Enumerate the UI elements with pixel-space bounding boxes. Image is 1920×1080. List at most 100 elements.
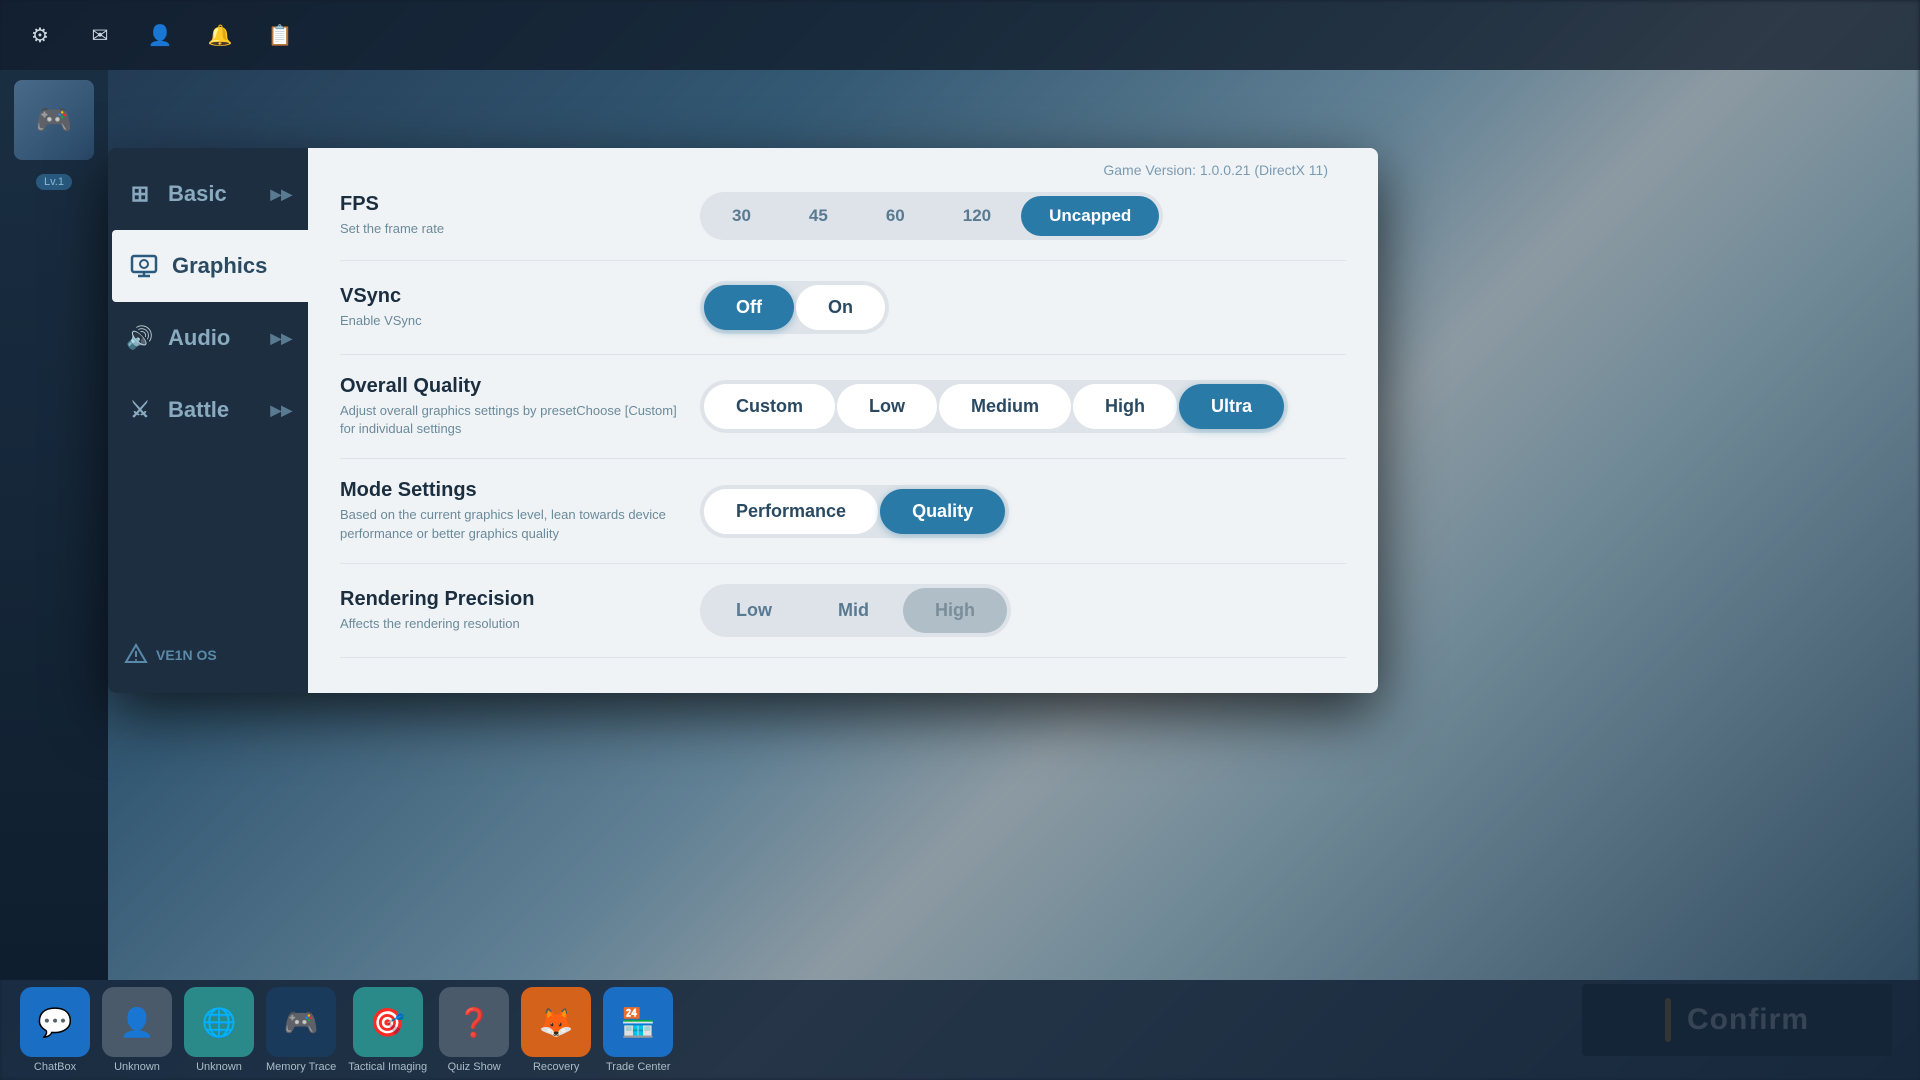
fps-controls: 30 45 60 120 Uncapped [700, 192, 1346, 240]
chatbox-icon: 💬 [20, 987, 90, 1057]
topbar-icon-clipboard[interactable]: 📋 [260, 15, 300, 55]
battle-arrow: ▶▶ [270, 402, 292, 419]
mode-desc: Based on the current graphics level, lea… [340, 506, 680, 542]
character-portrait: 🎮 [14, 80, 94, 160]
sidebar-item-graphics[interactable]: Graphics [112, 230, 308, 302]
rendering-toggle-group: Low Mid High [700, 584, 1011, 637]
memory-icon: 🎮 [266, 987, 336, 1057]
character-area: 🎮 Lv.1 [0, 70, 108, 980]
mode-quality-button[interactable]: Quality [880, 489, 1005, 534]
fps-60-button[interactable]: 60 [858, 196, 933, 236]
vsync-toggle-group: Off On [700, 281, 889, 334]
taskbar-label-tactical: Tactical Imaging [348, 1061, 427, 1073]
main-content: ✕ Game Version: 1.0.0.21 (DirectX 11) FP… [308, 148, 1378, 693]
fps-label: FPS [340, 193, 680, 216]
topbar-icon-notifications[interactable]: 🔔 [200, 15, 240, 55]
fps-120-button[interactable]: 120 [935, 196, 1019, 236]
mode-setting-row: Mode Settings Based on the current graph… [340, 459, 1346, 563]
mode-label: Mode Settings [340, 479, 680, 502]
vsync-off-button[interactable]: Off [704, 285, 794, 330]
rendering-setting-row: Rendering Precision Affects the renderin… [340, 564, 1346, 658]
quality-desc: Adjust overall graphics settings by pres… [340, 402, 680, 438]
logo-text: VE1N OS [156, 647, 217, 663]
taskbar-item-recovery[interactable]: 🦊 Recovery [521, 987, 591, 1073]
rendering-low-button[interactable]: Low [704, 588, 804, 633]
recovery-icon: 🦊 [521, 987, 591, 1057]
quality-ultra-button[interactable]: Ultra [1179, 384, 1284, 429]
sidebar-logo: VE1N OS [108, 627, 308, 683]
quality-controls: Custom Low Medium High Ultra [700, 380, 1346, 433]
taskbar-label-3: Unknown [196, 1061, 242, 1073]
quality-low-button[interactable]: Low [837, 384, 937, 429]
rendering-high-button[interactable]: High [903, 588, 1007, 633]
taskbar: 💬 ChatBox 👤 Unknown 🌐 Unknown 🎮 Memory T… [0, 980, 1920, 1080]
fps-30-button[interactable]: 30 [704, 196, 779, 236]
mode-performance-button[interactable]: Performance [704, 489, 878, 534]
sidebar-label-audio: Audio [168, 325, 230, 351]
taskbar-label-recovery: Recovery [533, 1061, 579, 1073]
rendering-mid-button[interactable]: Mid [806, 588, 901, 633]
rendering-info: Rendering Precision Affects the renderin… [340, 588, 680, 633]
taskbar-item-tactical[interactable]: 🎯 Tactical Imaging [348, 987, 427, 1073]
quality-custom-button[interactable]: Custom [704, 384, 835, 429]
battle-icon: ⚔ [124, 394, 156, 426]
quality-high-button[interactable]: High [1073, 384, 1177, 429]
topbar-icon-profile[interactable]: 👤 [140, 15, 180, 55]
taskbar-item-trade[interactable]: 🏪 Trade Center [603, 987, 673, 1073]
rendering-controls: Low Mid High [700, 584, 1346, 637]
taskbar-item-3[interactable]: 🌐 Unknown [184, 987, 254, 1073]
quality-medium-button[interactable]: Medium [939, 384, 1071, 429]
taskbar-label-trade: Trade Center [606, 1061, 670, 1073]
trade-icon: 🏪 [603, 987, 673, 1057]
settings-sidebar: ⊞ Basic ▶▶ Graphics 🔊 Audio ▶▶ ⚔ Battle [108, 148, 308, 693]
vsync-on-button[interactable]: On [796, 285, 885, 330]
fps-desc: Set the frame rate [340, 220, 680, 238]
unknown-icon: 👤 [102, 987, 172, 1057]
taskbar-item-chatbox[interactable]: 💬 ChatBox [20, 987, 90, 1073]
rendering-desc: Affects the rendering resolution [340, 615, 680, 633]
vsync-controls: Off On [700, 281, 1346, 334]
fps-45-button[interactable]: 45 [781, 196, 856, 236]
quality-toggle-group: Custom Low Medium High Ultra [700, 380, 1288, 433]
basic-icon: ⊞ [124, 178, 156, 210]
mode-toggle-group: Performance Quality [700, 485, 1009, 538]
topbar-icon-mail[interactable]: ✉ [80, 15, 120, 55]
sidebar-label-graphics: Graphics [172, 253, 267, 279]
taskbar-item-quiz[interactable]: ❓ Quiz Show [439, 987, 509, 1073]
quality-info: Overall Quality Adjust overall graphics … [340, 375, 680, 438]
taskbar-label-chatbox: ChatBox [34, 1061, 76, 1073]
rendering-label: Rendering Precision [340, 588, 680, 611]
graphics-icon [128, 250, 160, 282]
settings-dialog: ⊞ Basic ▶▶ Graphics 🔊 Audio ▶▶ ⚔ Battle [108, 148, 1378, 693]
taskbar-item-2[interactable]: 👤 Unknown [102, 987, 172, 1073]
quiz-icon: ❓ [439, 987, 509, 1057]
mode-info: Mode Settings Based on the current graph… [340, 479, 680, 542]
quality-label: Overall Quality [340, 375, 680, 398]
vsync-desc: Enable VSync [340, 312, 680, 330]
game-version: Game Version: 1.0.0.21 (DirectX 11) [1103, 162, 1328, 178]
tactical-icon: 🎯 [353, 987, 423, 1057]
audio-arrow: ▶▶ [270, 330, 292, 347]
sidebar-item-audio[interactable]: 🔊 Audio ▶▶ [108, 302, 308, 374]
taskbar-item-memory[interactable]: 🎮 Memory Trace [266, 987, 336, 1073]
mode-controls: Performance Quality [700, 485, 1346, 538]
basic-arrow: ▶▶ [270, 186, 292, 203]
taskbar-label-2: Unknown [114, 1061, 160, 1073]
globe-icon: 🌐 [184, 987, 254, 1057]
fps-uncapped-button[interactable]: Uncapped [1021, 196, 1159, 236]
topbar: ⚙ ✉ 👤 🔔 📋 [0, 0, 1920, 70]
taskbar-label-quiz: Quiz Show [448, 1061, 501, 1073]
sidebar-label-basic: Basic [168, 181, 227, 207]
sidebar-item-battle[interactable]: ⚔ Battle ▶▶ [108, 374, 308, 446]
fps-toggle-group: 30 45 60 120 Uncapped [700, 192, 1163, 240]
quality-setting-row: Overall Quality Adjust overall graphics … [340, 355, 1346, 459]
level-badge: Lv.1 [36, 174, 72, 190]
vsync-info: VSync Enable VSync [340, 285, 680, 330]
sidebar-item-basic[interactable]: ⊞ Basic ▶▶ [108, 158, 308, 230]
fps-setting-row: FPS Set the frame rate 30 45 60 120 Unca… [340, 172, 1346, 261]
vsync-setting-row: VSync Enable VSync Off On [340, 261, 1346, 355]
sidebar-label-battle: Battle [168, 397, 229, 423]
audio-icon: 🔊 [124, 322, 156, 354]
taskbar-label-memory: Memory Trace [266, 1061, 336, 1073]
topbar-icon-settings[interactable]: ⚙ [20, 15, 60, 55]
